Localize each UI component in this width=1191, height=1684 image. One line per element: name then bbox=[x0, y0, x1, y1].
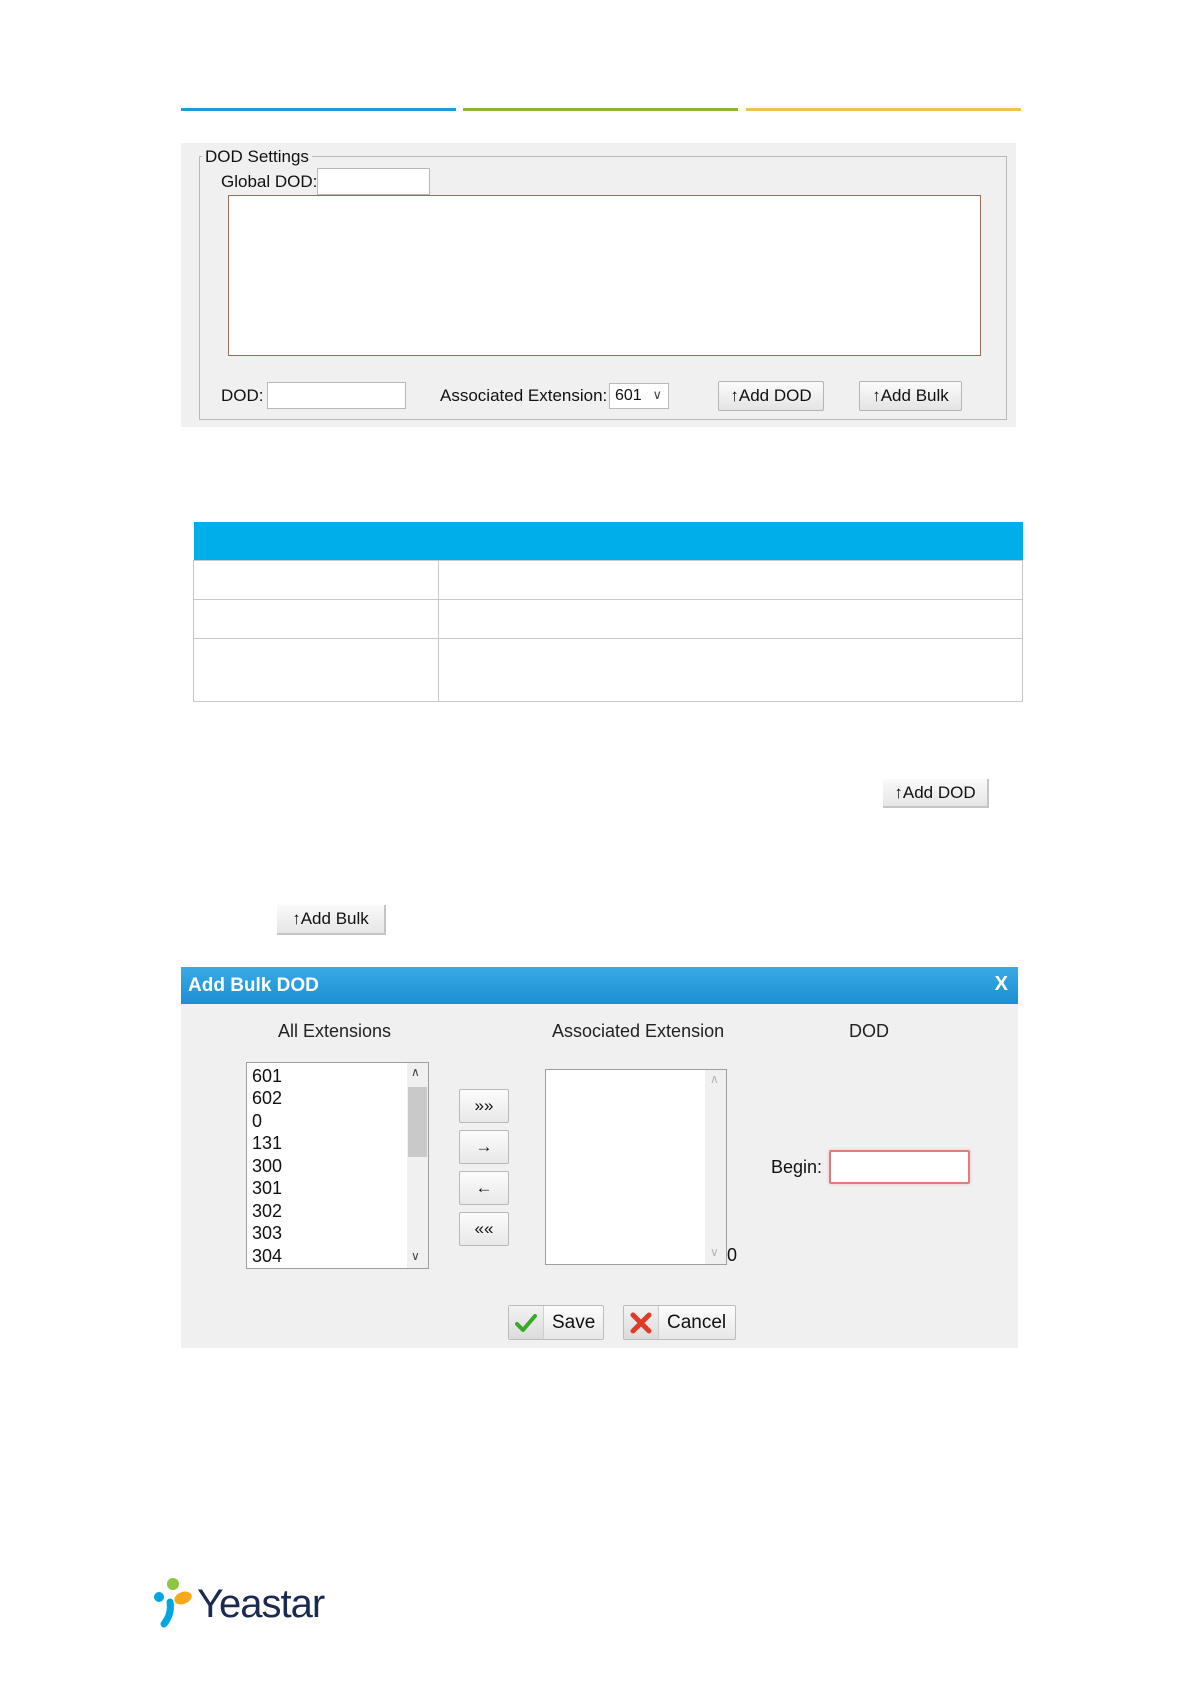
chevron-down-icon[interactable]: ∨ bbox=[411, 1249, 420, 1263]
header-line-green bbox=[463, 108, 738, 111]
dod-heading: DOD bbox=[849, 1021, 889, 1041]
header-line-blue bbox=[181, 108, 456, 111]
yeastar-logo-mark bbox=[150, 1576, 196, 1628]
scrollbar-thumb[interactable] bbox=[408, 1087, 427, 1157]
associated-extension-listbox[interactable]: ∧ ∨ bbox=[545, 1069, 727, 1265]
table-cell bbox=[193, 599, 439, 639]
list-item[interactable]: 303 bbox=[252, 1222, 282, 1244]
yeastar-logo-text: Yeastar bbox=[197, 1582, 325, 1626]
chevron-down-icon[interactable]: ∨ bbox=[710, 1245, 719, 1259]
associated-extension-value: 601 bbox=[615, 387, 642, 404]
cancel-button[interactable]: Cancel bbox=[623, 1305, 736, 1340]
dialog-title: Add Bulk DOD bbox=[188, 974, 319, 996]
begin-input[interactable] bbox=[829, 1150, 970, 1184]
list-item[interactable]: 602 bbox=[252, 1087, 282, 1109]
table-cell bbox=[438, 599, 1023, 639]
close-icon[interactable]: X bbox=[995, 973, 1008, 996]
dialog-title-bar: Add Bulk DOD X bbox=[181, 967, 1018, 1004]
list-item[interactable]: 301 bbox=[252, 1177, 282, 1199]
inline-add-bulk-button[interactable]: ↑Add Bulk bbox=[277, 905, 386, 935]
table-row bbox=[193, 638, 1023, 702]
global-dod-input[interactable] bbox=[317, 168, 430, 195]
associated-extension-label: Associated Extension: bbox=[440, 386, 608, 405]
header-line-yellow bbox=[746, 108, 1021, 111]
list-item[interactable]: 300 bbox=[252, 1155, 282, 1177]
dod-list-area[interactable] bbox=[228, 195, 981, 356]
table-header-cell bbox=[438, 522, 1023, 561]
table-row bbox=[193, 599, 1023, 639]
move-right-button[interactable]: → bbox=[459, 1130, 509, 1164]
dod-label: DOD: bbox=[221, 386, 264, 405]
table-cell bbox=[438, 638, 1023, 702]
list-item[interactable]: 0 bbox=[252, 1110, 262, 1132]
dod-description-table bbox=[193, 522, 1023, 702]
associated-extension-select[interactable]: 601 ∨ bbox=[609, 383, 669, 409]
table-cell bbox=[193, 560, 439, 600]
begin-label: Begin: bbox=[771, 1157, 823, 1177]
table-cell bbox=[193, 638, 439, 702]
list-item[interactable]: 601 bbox=[252, 1065, 282, 1087]
list-item[interactable]: 131 bbox=[252, 1132, 282, 1154]
table-header-row bbox=[193, 522, 1023, 561]
dod-settings-legend: DOD Settings bbox=[202, 147, 312, 167]
global-dod-label: Global DOD: bbox=[221, 172, 318, 191]
table-cell bbox=[438, 560, 1023, 600]
associated-extension-heading: Associated Extension bbox=[552, 1021, 725, 1041]
scrollbar[interactable]: ∧ ∨ bbox=[407, 1063, 428, 1268]
cross-icon bbox=[624, 1306, 659, 1339]
table-header-cell bbox=[193, 522, 439, 561]
table-row bbox=[193, 560, 1023, 600]
list-item[interactable]: 302 bbox=[252, 1200, 282, 1222]
associated-count: 0 bbox=[727, 1245, 738, 1265]
checkmark-icon bbox=[509, 1306, 544, 1339]
all-extensions-listbox[interactable]: 601 602 0 131 300 301 302 303 304 ∧ ∨ bbox=[246, 1062, 429, 1269]
list-item[interactable]: 304 bbox=[252, 1245, 282, 1267]
inline-add-dod-button[interactable]: ↑Add DOD bbox=[883, 779, 989, 808]
move-left-button[interactable]: ← bbox=[459, 1171, 509, 1205]
move-all-left-button[interactable]: «« bbox=[459, 1212, 509, 1246]
save-button[interactable]: Save bbox=[508, 1305, 604, 1340]
add-bulk-button[interactable]: ↑Add Bulk bbox=[859, 381, 962, 411]
dod-input[interactable] bbox=[267, 382, 406, 409]
add-dod-button[interactable]: ↑Add DOD bbox=[718, 381, 824, 411]
scrollbar[interactable]: ∧ ∨ bbox=[705, 1070, 726, 1264]
chevron-up-icon[interactable]: ∧ bbox=[710, 1072, 719, 1086]
chevron-up-icon[interactable]: ∧ bbox=[411, 1065, 420, 1079]
cancel-label: Cancel bbox=[667, 1311, 727, 1333]
chevron-down-icon: ∨ bbox=[652, 387, 662, 402]
all-extensions-heading: All Extensions bbox=[278, 1021, 392, 1041]
move-all-right-button[interactable]: »» bbox=[459, 1089, 509, 1123]
save-label: Save bbox=[552, 1311, 596, 1333]
